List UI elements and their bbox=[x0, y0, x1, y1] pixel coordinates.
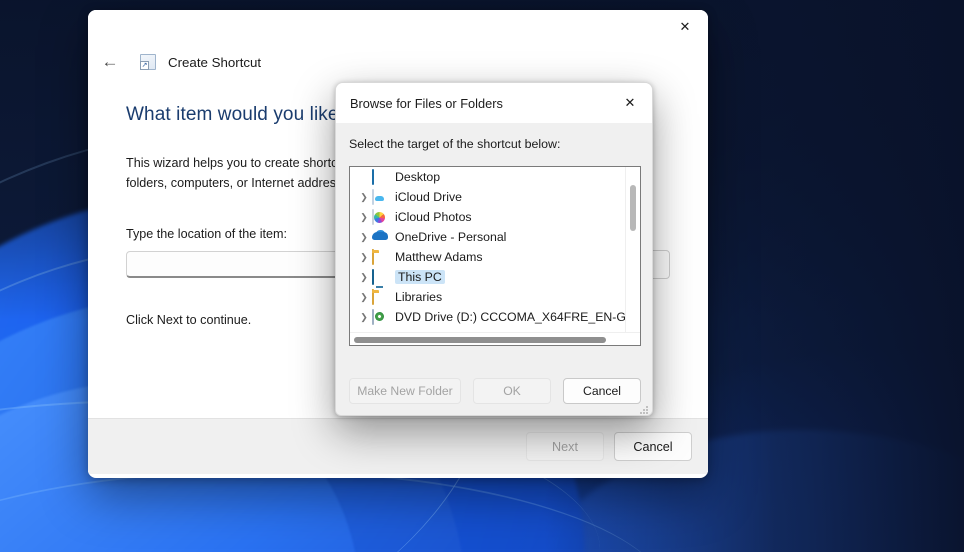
tree-item-label: DVD Drive (D:) CCCOMA_X64FRE_EN-GB_DV bbox=[395, 310, 626, 324]
next-button[interactable]: Next bbox=[526, 432, 604, 461]
chevron-right-icon[interactable]: ❯ bbox=[356, 252, 372, 263]
resize-grip-icon[interactable] bbox=[640, 406, 649, 415]
wizard-title-label: Create Shortcut bbox=[168, 54, 262, 70]
tree-item-label: This PC bbox=[395, 270, 445, 284]
cancel-button[interactable]: Cancel bbox=[614, 432, 692, 461]
monitor-icon bbox=[372, 168, 389, 185]
tree-item-this-pc[interactable]: ❯ This PC bbox=[350, 267, 626, 287]
vertical-scrollbar-thumb[interactable] bbox=[630, 185, 636, 231]
chevron-right-icon[interactable]: ❯ bbox=[356, 192, 372, 203]
this-pc-monitor-icon bbox=[372, 268, 389, 285]
tree-item-label: Matthew Adams bbox=[395, 250, 483, 264]
horizontal-scrollbar-thumb[interactable] bbox=[354, 337, 606, 343]
back-arrow-icon[interactable]: ← bbox=[94, 46, 126, 78]
cancel-button[interactable]: Cancel bbox=[563, 378, 641, 404]
dialog-button-row: Make New Folder OK Cancel bbox=[349, 378, 641, 404]
make-new-folder-button[interactable]: Make New Folder bbox=[349, 378, 461, 404]
tree-item-label: Desktop bbox=[395, 170, 441, 184]
folder-tree-list[interactable]: ❯ Desktop ❯ iCloud Drive ❯ iCloud Photos bbox=[350, 167, 626, 334]
tree-item-matthew-adams[interactable]: ❯ Matthew Adams bbox=[350, 247, 626, 267]
tree-item-label: iCloud Drive bbox=[395, 190, 462, 204]
chevron-right-icon[interactable]: ❯ bbox=[356, 312, 372, 323]
tree-item-icloud-drive[interactable]: ❯ iCloud Drive bbox=[350, 187, 626, 207]
dialog-title-bar: Browse for Files or Folders ✕ bbox=[336, 83, 652, 123]
chevron-right-icon[interactable]: ❯ bbox=[356, 232, 372, 243]
tree-item-label: iCloud Photos bbox=[395, 210, 472, 224]
close-icon[interactable]: ✕ bbox=[608, 83, 652, 122]
folder-icon bbox=[372, 248, 389, 265]
chevron-right-icon[interactable]: ❯ bbox=[356, 272, 372, 283]
tree-item-onedrive-personal[interactable]: ❯ OneDrive - Personal bbox=[350, 227, 626, 247]
chevron-right-icon[interactable]: ❯ bbox=[356, 292, 372, 303]
dialog-prompt-label: Select the target of the shortcut below: bbox=[349, 137, 561, 151]
icloud-photos-icon bbox=[372, 208, 389, 225]
onedrive-cloud-icon bbox=[372, 230, 389, 245]
desktop-wallpaper: ✕ ← ↗ Create Shortcut What item would yo… bbox=[0, 0, 964, 552]
tree-item-icloud-photos[interactable]: ❯ iCloud Photos bbox=[350, 207, 626, 227]
browse-for-files-or-folders-dialog: Browse for Files or Folders ✕ Select the… bbox=[335, 82, 653, 416]
ok-button[interactable]: OK bbox=[473, 378, 551, 404]
dialog-body: Select the target of the shortcut below:… bbox=[336, 123, 652, 415]
close-icon[interactable]: ✕ bbox=[662, 10, 708, 43]
icloud-drive-icon bbox=[372, 188, 389, 205]
tree-item-desktop[interactable]: ❯ Desktop bbox=[350, 167, 626, 187]
tree-item-dvd-drive[interactable]: ❯ DVD Drive (D:) CCCOMA_X64FRE_EN-GB_DV bbox=[350, 307, 626, 327]
dvd-drive-icon bbox=[372, 308, 389, 325]
wizard-nav-row: ← ↗ Create Shortcut bbox=[88, 46, 708, 78]
dialog-title-label: Browse for Files or Folders bbox=[350, 95, 503, 111]
wallpaper-ribbon-4 bbox=[0, 470, 670, 552]
horizontal-scrollbar[interactable] bbox=[350, 332, 640, 345]
wizard-footer: Next Cancel bbox=[88, 418, 708, 474]
tree-item-libraries[interactable]: ❯ Libraries bbox=[350, 287, 626, 307]
folder-icon bbox=[372, 288, 389, 305]
chevron-right-icon[interactable]: ❯ bbox=[356, 212, 372, 223]
vertical-scrollbar[interactable] bbox=[625, 167, 640, 334]
tree-item-label: Libraries bbox=[395, 290, 443, 304]
wizard-title-bar: ✕ bbox=[88, 10, 708, 46]
tree-item-label: OneDrive - Personal bbox=[395, 230, 507, 244]
shortcut-page-icon: ↗ bbox=[140, 54, 156, 70]
folder-tree-frame: ❯ Desktop ❯ iCloud Drive ❯ iCloud Photos bbox=[349, 166, 641, 346]
